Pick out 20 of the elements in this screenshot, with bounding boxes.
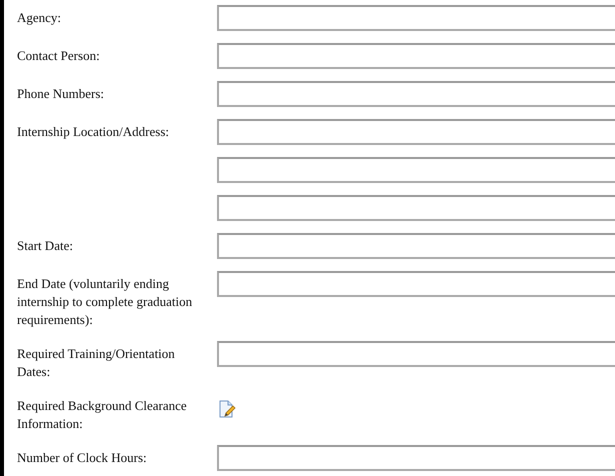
text-field[interactable] xyxy=(217,271,615,297)
text-field[interactable] xyxy=(217,43,615,69)
text-field[interactable] xyxy=(217,341,615,367)
text-field[interactable] xyxy=(217,195,615,221)
field-label: Phone Numbers: xyxy=(17,86,104,101)
edit-icon[interactable] xyxy=(218,400,236,418)
field-label: Contact Person: xyxy=(17,48,100,63)
field-label: Internship Location/Address: xyxy=(17,124,169,139)
field-label: Required Training/Orientation Dates: xyxy=(17,346,175,379)
text-field[interactable] xyxy=(217,81,615,107)
text-field[interactable] xyxy=(217,157,615,183)
text-field[interactable] xyxy=(217,119,615,145)
text-field[interactable] xyxy=(217,445,615,471)
text-field[interactable] xyxy=(217,233,615,259)
field-label: Required Background Clearance Information: xyxy=(17,398,187,431)
field-label: Number of Clock Hours: xyxy=(17,450,147,465)
text-field[interactable] xyxy=(217,5,615,31)
field-label: Agency: xyxy=(17,10,62,25)
field-label: End Date (voluntarily ending internship to complete graduation requirements): xyxy=(17,276,192,327)
field-label: Start Date: xyxy=(17,238,73,253)
